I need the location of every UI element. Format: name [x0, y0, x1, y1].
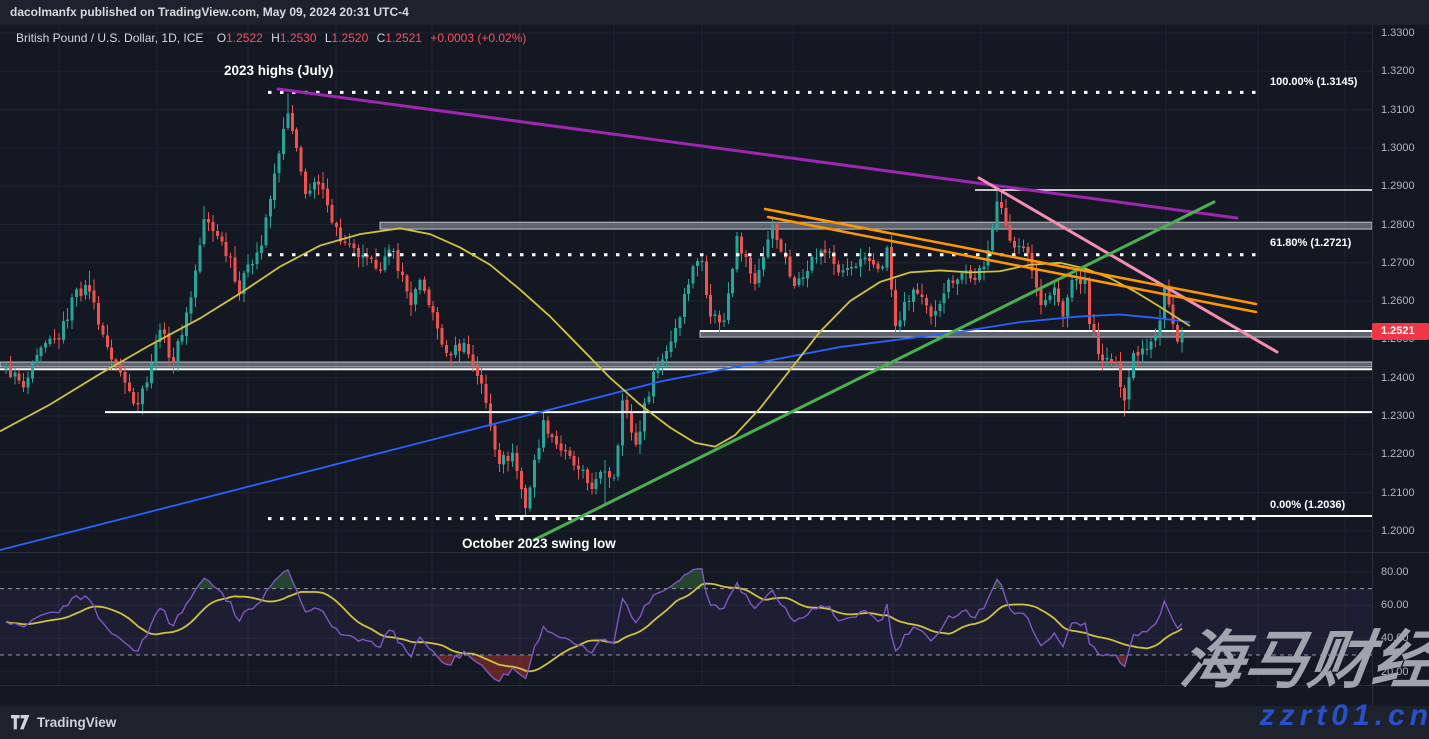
price-axis-label: 1.2300 — [1381, 409, 1415, 423]
price-axis-label: 1.2800 — [1381, 218, 1415, 232]
tradingview-brand-text[interactable]: TradingView — [37, 715, 116, 730]
open-value: 1.2522 — [226, 31, 263, 45]
annotation-2023-highs: 2023 highs (July) — [224, 63, 334, 78]
price-axis-label: 1.2600 — [1381, 294, 1415, 308]
price-axis-label: 1.3300 — [1381, 26, 1415, 40]
watermark-url: zzrt01.cn — [1260, 701, 1429, 731]
symbol-title: British Pound / U.S. Dollar, 1D, ICE — [16, 31, 203, 45]
price-axis-border — [1372, 25, 1373, 706]
publish-text: dacolmanfx published on TradingView.com,… — [10, 5, 409, 19]
price-axis-label: 1.3200 — [1381, 64, 1415, 78]
rsi-axis-label: 80.00 — [1381, 565, 1409, 579]
open-label: O — [217, 31, 226, 45]
close-value: 1.2521 — [385, 31, 422, 45]
pane-separator[interactable] — [0, 552, 1429, 553]
low-label: L — [325, 31, 332, 45]
rsi-band-fill — [0, 589, 1372, 655]
zone-1p2430 — [0, 362, 1372, 367]
fib-label-0: 0.00% (1.2036) — [1270, 499, 1345, 511]
price-axis-label: 1.2000 — [1381, 524, 1415, 538]
high-label: H — [271, 31, 280, 45]
orange-channel-lower — [768, 217, 1256, 312]
annotation-october-low: October 2023 swing low — [462, 536, 616, 551]
fib-label-100: 100.00% (1.3145) — [1270, 76, 1357, 88]
price-axis-label: 1.3100 — [1381, 103, 1415, 117]
fib-label-618: 61.80% (1.2721) — [1270, 237, 1351, 249]
watermark-cjk: 海马财经 — [1177, 630, 1429, 693]
footer-bar: TradingView — [0, 706, 1429, 739]
zone-1p2800 — [380, 222, 1372, 229]
price-axis-label: 1.2100 — [1381, 486, 1415, 500]
price-axis-label: 1.2900 — [1381, 179, 1415, 193]
tradingview-logo-icon[interactable] — [11, 715, 30, 730]
symbol-legend[interactable]: British Pound / U.S. Dollar, 1D, ICE O1.… — [16, 31, 526, 45]
high-value: 1.2530 — [280, 31, 317, 45]
ascending-green-from-october-low — [534, 202, 1214, 540]
last-price-tag: 1.2521 — [1372, 323, 1429, 340]
price-axis-label: 1.2400 — [1381, 371, 1415, 385]
change-value: +0.0003 (+0.02%) — [430, 31, 526, 45]
tradingview-chart-window: dacolmanfx published on TradingView.com,… — [0, 0, 1429, 739]
descending-purple-from-july-high — [278, 89, 1237, 218]
rsi-axis-label: 60.00 — [1381, 598, 1409, 612]
low-value: 1.2520 — [332, 31, 369, 45]
price-axis-label: 1.2700 — [1381, 256, 1415, 270]
price-axis-label: 1.3000 — [1381, 141, 1415, 155]
publish-header: dacolmanfx published on TradingView.com,… — [0, 0, 1429, 25]
price-axis-label: 1.2200 — [1381, 447, 1415, 461]
close-label: C — [377, 31, 386, 45]
